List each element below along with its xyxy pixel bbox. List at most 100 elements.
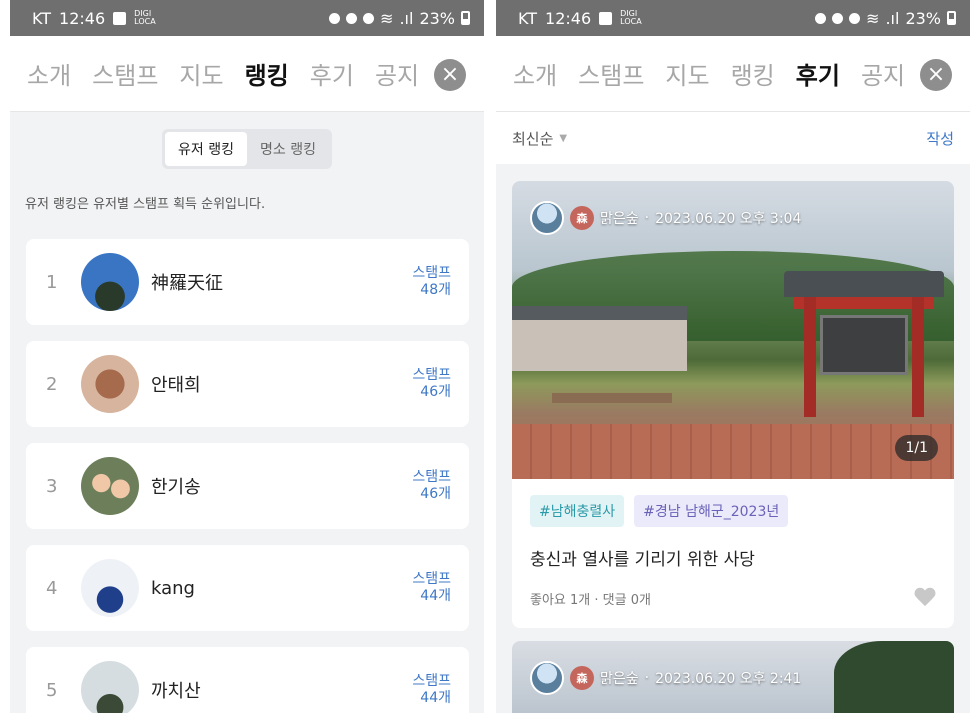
carrier-text: KT [518, 8, 538, 28]
rank-number: 4 [46, 577, 58, 599]
ranking-description: 유저 랭킹은 유저별 스탬프 획득 순위입니다. [25, 197, 266, 212]
wifi-icon: ≋ [380, 8, 394, 28]
stamp-count: 스탬프 48개 [412, 265, 451, 298]
author-badge: 森 [570, 666, 594, 690]
segment-user-ranking[interactable]: 유저 랭킹 [165, 132, 247, 166]
tab-stamp[interactable]: 스탬프 [92, 56, 158, 91]
stamp-count: 스탬프 44개 [412, 571, 451, 604]
segment-place-ranking[interactable]: 명소 랭킹 [247, 132, 329, 166]
notification-icon [329, 12, 341, 24]
clock-text: 12:46 [545, 8, 592, 28]
photo-page-indicator: 1/1 [895, 435, 938, 461]
tag-list: #남해충렬사 #경남 남해군_2023년 [512, 479, 954, 527]
review-card[interactable]: 森 맑은숲 · 2023.06.20 오후 2:41 [512, 641, 954, 713]
reviews-screen: KT 12:46 DIGI LOCA ≋ .ıl 23% 소개 스탬프 지도 랭… [496, 0, 970, 713]
avatar [530, 661, 564, 695]
status-bar: KT 12:46 DIGI LOCA ≋ .ıl 23% [10, 0, 484, 36]
review-photo[interactable]: 森 맑은숲 · 2023.06.20 오후 3:04 1/1 [512, 181, 954, 479]
ranking-row[interactable]: 5 까치산 스탬프 44개 [26, 647, 469, 713]
status-bar: KT 12:46 DIGI LOCA ≋ .ıl 23% [496, 0, 970, 36]
sort-label: 최신순 [512, 129, 554, 148]
tab-bar: 소개 스탬프 지도 랭킹 후기 공지 × [496, 36, 970, 112]
user-name: kang [151, 577, 195, 599]
clock-text: 12:46 [59, 8, 106, 28]
user-name: 까치산 [151, 681, 201, 702]
battery-icon [461, 11, 470, 25]
ranking-screen: KT 12:46 DIGI LOCA ≋ .ıl 23% 소개 스탬프 지도 랭… [10, 0, 484, 713]
caret-down-icon: ▼ [559, 132, 568, 144]
post-footer: 좋아요 1개 · 댓글 0개 [512, 570, 954, 628]
tab-notice[interactable]: 공지 [375, 56, 419, 91]
carrier-text: KT [32, 8, 52, 28]
avatar [81, 253, 139, 311]
tab-notice[interactable]: 공지 [861, 56, 905, 91]
review-card[interactable]: 森 맑은숲 · 2023.06.20 오후 3:04 1/1 #남해충렬사 #경… [512, 181, 954, 628]
rank-number: 1 [46, 271, 58, 293]
rank-number: 5 [46, 679, 58, 701]
author-badge: 森 [570, 206, 594, 230]
ranking-row[interactable]: 4 kang 스탬프 44개 [26, 545, 469, 631]
avatar [530, 201, 564, 235]
post-stats: 좋아요 1개 · 댓글 0개 [530, 592, 651, 608]
stamp-count: 스탬프 46개 [412, 469, 451, 502]
heart-icon[interactable] [914, 588, 936, 608]
sort-bar: 최신순 ▼ 작성 [496, 112, 970, 172]
close-icon[interactable]: × [920, 59, 952, 91]
app-mini-label: DIGI LOCA [134, 9, 156, 26]
tab-reviews[interactable]: 후기 [310, 56, 354, 91]
location-icon [363, 12, 375, 24]
user-name: 神羅天征 [151, 273, 223, 294]
avatar [81, 661, 139, 713]
rank-number: 3 [46, 475, 58, 497]
post-title: 충신과 열사를 기리기 위한 사당 [530, 550, 755, 570]
shrine-gate-image [784, 271, 944, 417]
battery-icon [947, 11, 956, 25]
review-list: 森 맑은숲 · 2023.06.20 오후 3:04 1/1 #남해충렬사 #경… [496, 172, 970, 713]
alarm-icon [832, 12, 844, 24]
battery-text: 23% [905, 8, 941, 28]
wifi-icon: ≋ [866, 8, 880, 28]
tab-reviews[interactable]: 후기 [796, 56, 840, 91]
post-meta: 森 맑은숲 · 2023.06.20 오후 3:04 [530, 201, 801, 235]
alarm-icon [346, 12, 358, 24]
ranking-row[interactable]: 3 한기송 스탬프 46개 [26, 443, 469, 529]
sort-dropdown[interactable]: 최신순 ▼ [512, 128, 567, 149]
gallery-icon [113, 11, 127, 25]
battery-text: 23% [419, 8, 455, 28]
avatar [81, 355, 139, 413]
gallery-icon [599, 11, 613, 25]
review-photo[interactable]: 森 맑은숲 · 2023.06.20 오후 2:41 [512, 641, 954, 713]
user-name: 한기송 [151, 477, 201, 498]
tab-intro[interactable]: 소개 [513, 56, 557, 91]
avatar [81, 559, 139, 617]
tab-map[interactable]: 지도 [179, 56, 223, 91]
tag-chip[interactable]: #경남 남해군_2023년 [634, 495, 789, 527]
app-mini-label: DIGI LOCA [620, 9, 642, 26]
ranking-row[interactable]: 2 안태희 스탬프 46개 [26, 341, 469, 427]
post-date: 2023.06.20 오후 3:04 [655, 211, 802, 227]
tab-map[interactable]: 지도 [665, 56, 709, 91]
post-meta: 森 맑은숲 · 2023.06.20 오후 2:41 [530, 661, 801, 695]
post-date: 2023.06.20 오후 2:41 [655, 671, 802, 687]
user-name: 안태희 [151, 375, 201, 396]
tab-stamp[interactable]: 스탬프 [578, 56, 644, 91]
tab-ranking[interactable]: 랭킹 [731, 56, 775, 91]
tag-chip[interactable]: #남해충렬사 [530, 495, 625, 527]
rank-number: 2 [46, 373, 58, 395]
location-icon [849, 12, 861, 24]
stamp-count: 스탬프 46개 [412, 367, 451, 400]
ranking-segment: 유저 랭킹 명소 랭킹 [10, 129, 484, 169]
notification-icon [815, 12, 827, 24]
tab-intro[interactable]: 소개 [27, 56, 71, 91]
tab-bar: 소개 스탬프 지도 랭킹 후기 공지 × [10, 36, 484, 112]
signal-icon: .ıl [399, 8, 414, 28]
avatar [81, 457, 139, 515]
close-icon[interactable]: × [434, 59, 466, 91]
signal-icon: .ıl [885, 8, 900, 28]
ranking-row[interactable]: 1 神羅天征 스탬프 48개 [26, 239, 469, 325]
author-name: 맑은숲 [600, 671, 639, 687]
author-name: 맑은숲 [600, 211, 639, 227]
stamp-count: 스탬프 44개 [412, 673, 451, 706]
tab-ranking[interactable]: 랭킹 [245, 56, 289, 91]
write-button[interactable]: 작성 [926, 128, 954, 149]
